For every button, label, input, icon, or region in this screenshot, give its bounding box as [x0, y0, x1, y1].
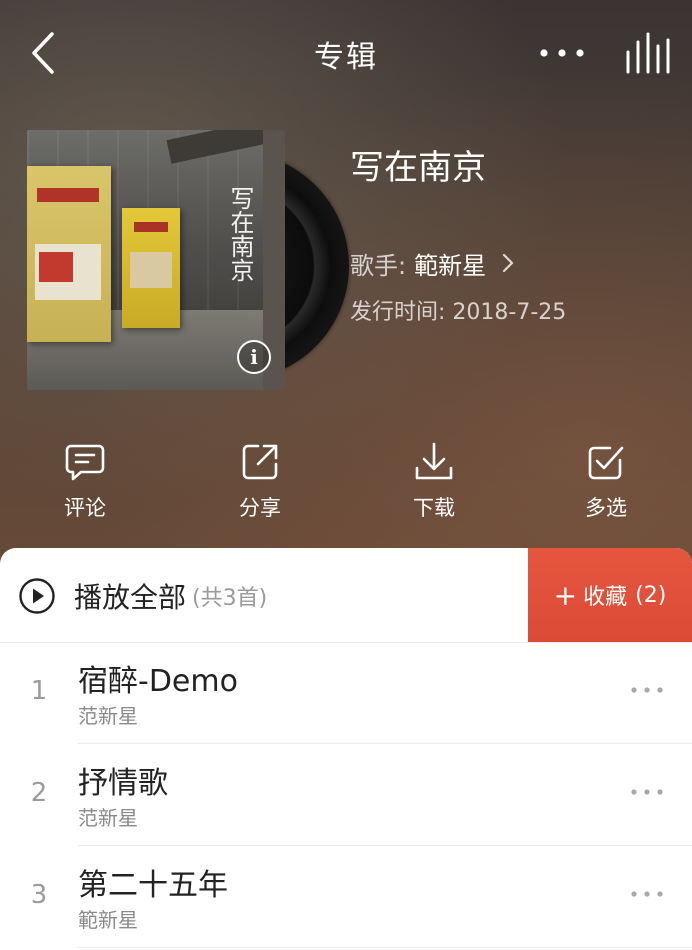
more-horizontal-icon: [631, 891, 663, 897]
cover-poster-2: [130, 252, 172, 288]
song-count: (共3首): [192, 586, 268, 611]
divider: [78, 947, 692, 948]
comment-button[interactable]: 评论: [30, 440, 140, 530]
cover-mailbox-right: [122, 208, 180, 328]
more-button[interactable]: [534, 34, 594, 72]
collect-count: (2): [635, 582, 667, 608]
play-all-row: 播放全部 (共3首) + 收藏 (2): [0, 548, 692, 643]
comment-icon: [65, 444, 105, 481]
song-more-button[interactable]: [624, 882, 670, 906]
more-horizontal-icon: [631, 789, 663, 795]
top-bar: 专辑: [0, 0, 692, 110]
plus-icon: +: [553, 578, 578, 612]
share-button[interactable]: 分享: [205, 440, 315, 530]
multi-select-button[interactable]: 多选: [551, 440, 661, 530]
artist-link[interactable]: 歌手: 範新星: [350, 246, 516, 280]
multi-select-label: 多选: [585, 496, 627, 520]
cover-poster: [35, 244, 101, 300]
now-playing-button[interactable]: [620, 28, 674, 78]
play-all-label: 播放全部: [74, 581, 187, 614]
back-arrow-icon: [32, 32, 54, 74]
cover-red-plate-2: [134, 222, 168, 232]
back-button[interactable]: [22, 26, 68, 80]
song-index: 3: [30, 880, 48, 910]
release-info: 发行时间: 2018-7-25: [350, 294, 566, 326]
release-label: 发行时间:: [350, 300, 446, 325]
song-title: 宿醉-Demo: [78, 664, 238, 699]
more-horizontal-icon: [631, 687, 663, 693]
play-all-button[interactable]: 播放全部 (共3首): [18, 572, 267, 620]
collect-label: 收藏: [583, 585, 628, 610]
album-name: 写在南京: [350, 148, 486, 188]
action-bar: 评论 分享 下载 多选: [0, 440, 692, 530]
play-circle-icon: [19, 578, 55, 614]
cover-title-text: 写在南京: [226, 186, 254, 282]
song-row[interactable]: 1 宿醉-Demo 范新星: [0, 642, 692, 744]
info-icon[interactable]: i: [237, 340, 271, 374]
album-cover-area: 写在南京 i: [27, 130, 349, 392]
cover-poster-red: [39, 252, 73, 282]
share-label: 分享: [239, 496, 281, 520]
song-index: 2: [30, 778, 48, 808]
page-title: 专辑: [314, 40, 378, 75]
song-title: 抒情歌: [78, 766, 168, 801]
artist-label: 歌手:: [350, 251, 407, 280]
cover-mailbox-left: [27, 166, 111, 342]
song-row[interactable]: 3 第二十五年 範新星: [0, 846, 692, 948]
share-icon: [242, 444, 278, 480]
release-date: 2018-7-25: [452, 300, 567, 325]
album-cover[interactable]: 写在南京 i: [27, 130, 285, 390]
artist-name: 範新星: [414, 251, 487, 280]
album-page: 专辑 写在南京 i 写在南京 歌手: 範新星 发行时间: 2018-7-25 评…: [0, 0, 692, 950]
more-horizontal-icon: [540, 49, 584, 57]
chevron-right-icon: [502, 253, 514, 273]
download-label: 下载: [413, 496, 455, 520]
equalizer-bars-icon: [626, 32, 670, 74]
comment-label: 评论: [64, 496, 106, 520]
multi-select-icon: [588, 446, 624, 480]
song-title: 第二十五年: [78, 868, 228, 903]
download-icon: [415, 442, 453, 480]
song-list-panel: 播放全部 (共3首) + 收藏 (2) 1 宿醉-Demo 范新星 2 抒情歌: [0, 548, 692, 950]
song-more-button[interactable]: [624, 780, 670, 804]
collect-button[interactable]: + 收藏 (2): [528, 548, 692, 642]
download-button[interactable]: 下载: [379, 440, 489, 530]
song-artist: 范新星: [78, 806, 138, 830]
song-index: 1: [30, 676, 48, 706]
song-more-button[interactable]: [624, 678, 670, 702]
song-row[interactable]: 2 抒情歌 范新星: [0, 744, 692, 846]
cover-red-plate: [37, 188, 99, 202]
song-artist: 範新星: [78, 908, 138, 932]
song-artist: 范新星: [78, 704, 138, 728]
